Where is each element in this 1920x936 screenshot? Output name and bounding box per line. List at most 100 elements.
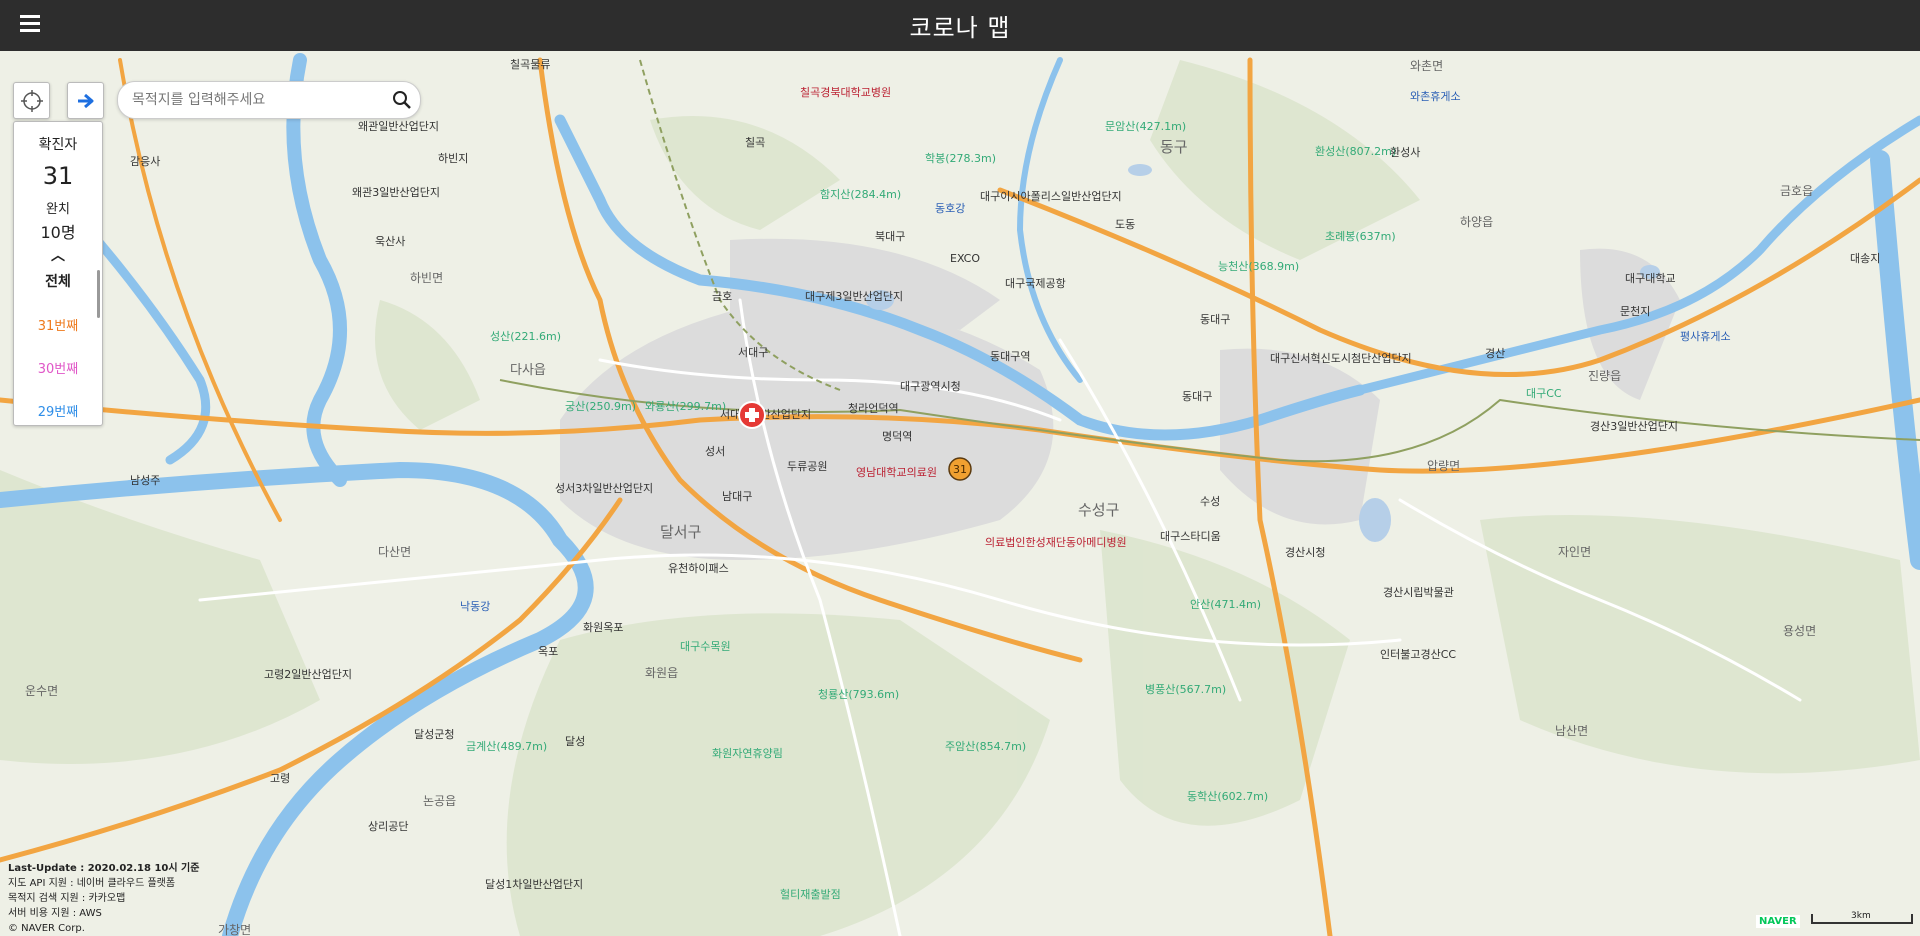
map-label: 성서	[705, 445, 725, 458]
map-label: 화원읍	[645, 666, 678, 680]
map-label: 동대구	[1182, 390, 1212, 403]
map-label: 하양읍	[1460, 215, 1493, 229]
map-label: 동구	[1160, 138, 1188, 156]
case-marker[interactable]: 31	[948, 457, 972, 481]
map-label: 수성구	[1078, 501, 1119, 519]
filter-all[interactable]: 전체	[14, 271, 102, 291]
map-label: 대구스타디움	[1160, 530, 1221, 543]
map-label: 왜관일반산업단지	[358, 119, 439, 133]
map-label: 와룡산(299.7m)	[645, 400, 726, 413]
map-label: 경산	[1485, 347, 1505, 360]
map-label: 환성산(807.2m)	[1315, 145, 1396, 158]
directions-button[interactable]	[67, 82, 104, 119]
map-label: 달성1차일반산업단지	[485, 877, 583, 891]
map-label: 도동	[1115, 218, 1135, 231]
search-input[interactable]	[118, 82, 384, 118]
case-item[interactable]: 29번째	[14, 401, 102, 420]
map-label: 다산면	[378, 545, 411, 559]
naver-logo[interactable]: NAVER	[1756, 915, 1800, 928]
map-label: 감응사	[130, 155, 160, 168]
map-label: 칠곡	[745, 136, 765, 149]
map-label: 능천산(368.9m)	[1218, 259, 1299, 273]
map-label: 욱산사	[375, 235, 405, 248]
map-label: 대구대학교	[1625, 272, 1676, 285]
copyright: © NAVER Corp.	[8, 923, 85, 934]
map-label: 대구신서혁신도시첨단산업단지	[1270, 352, 1412, 365]
map-label: 명덕역	[882, 430, 912, 443]
menu-icon[interactable]	[20, 15, 40, 35]
map-label: 남성주	[130, 474, 160, 487]
map-scale: 3km	[1811, 911, 1913, 924]
map-label: 금호읍	[1780, 184, 1813, 198]
map-label: 인터불고경산CC	[1380, 648, 1456, 661]
confirmed-label: 확진자	[38, 137, 78, 153]
map-label: 영남대학교의료원	[856, 466, 937, 479]
map-label: 다사읍	[510, 363, 546, 378]
map-label: 성서3차일반산업단지	[555, 481, 653, 495]
map-label: 문천지	[1620, 304, 1650, 318]
case-item[interactable]: 31번째	[14, 315, 102, 334]
map-label: 대송지	[1850, 252, 1880, 265]
map-label: 안산(471.4m)	[1190, 598, 1261, 611]
map-label: 금호	[712, 290, 732, 303]
map-label: 문암산(427.1m)	[1105, 120, 1186, 133]
chevron-up-icon[interactable]: ︿	[14, 245, 102, 265]
footer-info: Last-Update : 2020.02.18 10시 기준 지도 API 지…	[8, 861, 199, 936]
map-label: 의료법인한성재단동아메디병원	[985, 536, 1127, 549]
recovered-label: 완치	[46, 202, 70, 217]
map-label: 가창면	[218, 923, 251, 936]
map-label: 낙동강	[460, 600, 490, 613]
map-api-credit: 지도 API 지원 : 네이버 클라우드 플랫폼	[8, 878, 176, 889]
map-label: 고령	[270, 772, 290, 785]
map-label: 칠곡물류	[510, 58, 550, 71]
map-canvas[interactable]: 칠곡물류 왜관일반산업단지 감응사 하빈지 왜관3일반산업단지 욱산사 하빈면 …	[0, 51, 1920, 936]
hospital-marker[interactable]	[738, 401, 766, 429]
map-label: 궁산(250.9m)	[565, 400, 636, 413]
map-label: 동호강	[935, 202, 965, 215]
map-label: 함지산(284.4m)	[820, 188, 901, 201]
map-label: 금계산(489.7m)	[466, 740, 547, 753]
map-label: 달성군청	[414, 728, 454, 741]
map-label: 동학산(602.7m)	[1187, 790, 1268, 803]
search-icon[interactable]	[392, 90, 412, 110]
map-label: 경산시청	[1285, 546, 1325, 559]
map-label: 화원자연휴양림	[712, 747, 783, 760]
server-credit: 서버 비용 지원 : AWS	[8, 908, 102, 919]
map-label: 청라언덕역	[848, 402, 899, 415]
map-label: 하빈지	[438, 151, 468, 165]
map-label: 남대구	[722, 490, 752, 503]
map-label: 대구이시아폴리스일반산업단지	[980, 189, 1122, 203]
locate-button[interactable]	[13, 82, 50, 119]
confirmed-count: 31	[42, 162, 74, 190]
map-label: 달서구	[660, 523, 701, 541]
last-update: Last-Update : 2020.02.18 10시 기준	[8, 863, 200, 874]
search-api-credit: 목적지 검색 지원 : 카카오맵	[8, 893, 126, 904]
map-label: 운수면	[25, 684, 58, 698]
map-label: 대구광역시청	[900, 380, 961, 393]
map-label: 논공읍	[423, 794, 456, 808]
map-label: 화원옥포	[583, 621, 623, 634]
app-header: 코로나 맵	[0, 0, 1920, 51]
map-label: 초례봉(637m)	[1325, 230, 1396, 243]
map-label: 자인면	[1558, 545, 1591, 559]
crosshair-icon	[20, 89, 43, 112]
map-label: 와촌휴게소	[1410, 90, 1461, 103]
map-label: 달성	[565, 735, 585, 748]
map-label: 압량면	[1427, 459, 1460, 473]
map-label: 왜관3일반산업단지	[352, 185, 440, 199]
map-label: 동대구역	[990, 350, 1030, 363]
arrow-right-icon	[77, 93, 93, 108]
map-label: 평사휴게소	[1680, 330, 1731, 343]
map-label: 고령2일반산업단지	[264, 667, 352, 681]
map-label: 학봉(278.3m)	[925, 152, 996, 165]
map-label: 상리공단	[368, 820, 408, 833]
panel-scrollbar[interactable]	[97, 270, 100, 318]
map-label: 와촌면	[1410, 59, 1443, 73]
map-label: 경산3일반산업단지	[1590, 419, 1678, 433]
map-label: 용성면	[1783, 624, 1816, 638]
map-view[interactable]: 칠곡물류 왜관일반산업단지 감응사 하빈지 왜관3일반산업단지 욱산사 하빈면 …	[0, 51, 1920, 936]
map-label: 칠곡경북대학교병원	[800, 86, 891, 99]
map-label: 대구제3일반산업단지	[805, 289, 903, 303]
map-label: 환성사	[1390, 146, 1420, 159]
case-item[interactable]: 30번째	[14, 358, 102, 377]
